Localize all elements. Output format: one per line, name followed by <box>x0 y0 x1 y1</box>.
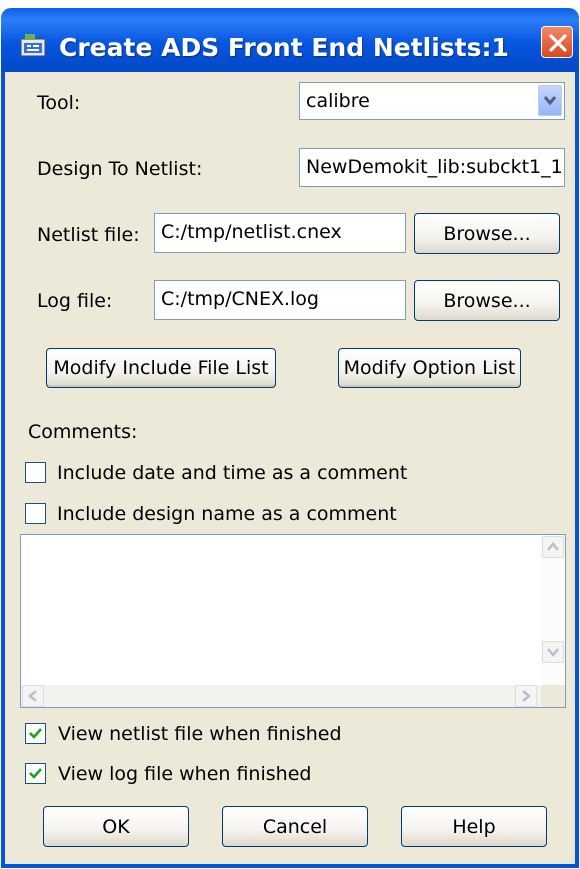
chevron-up-icon <box>547 542 559 551</box>
log-file-field[interactable]: C:/tmp/CNEX.log <box>154 280 406 320</box>
chevron-down-icon <box>547 648 559 657</box>
help-button[interactable]: Help <box>401 806 547 847</box>
ads-app-icon <box>20 34 46 57</box>
netlist-browse-button[interactable]: Browse... <box>414 213 560 254</box>
include-design-label: Include design name as a comment <box>57 503 397 525</box>
scroll-corner <box>541 685 565 707</box>
include-date-label: Include date and time as a comment <box>57 462 408 484</box>
close-button[interactable] <box>541 26 573 58</box>
view-netlist-checkbox[interactable] <box>25 723 46 744</box>
netlist-file-label: Netlist file: <box>37 224 140 246</box>
view-log-label: View log file when finished <box>58 763 312 785</box>
view-log-checkbox[interactable] <box>25 763 46 784</box>
cancel-button[interactable]: Cancel <box>222 806 368 847</box>
design-label: Design To Netlist: <box>37 158 203 180</box>
log-file-value: C:/tmp/CNEX.log <box>161 288 319 310</box>
scroll-right-button[interactable] <box>515 685 537 707</box>
include-design-checkbox[interactable] <box>25 503 46 524</box>
checkmark-icon <box>29 728 42 739</box>
view-netlist-label: View netlist file when finished <box>58 723 342 745</box>
vertical-scrollbar[interactable] <box>541 535 565 685</box>
scroll-left-button[interactable] <box>22 685 44 707</box>
comments-textarea[interactable] <box>20 534 566 708</box>
netlist-file-field[interactable]: C:/tmp/netlist.cnex <box>154 213 406 253</box>
include-date-checkbox[interactable] <box>25 462 46 483</box>
chevron-down-icon[interactable] <box>538 85 562 116</box>
chevron-left-icon <box>28 690 37 702</box>
tool-select-value: calibre <box>306 90 370 112</box>
checkmark-icon <box>29 768 42 779</box>
tool-select[interactable]: calibre <box>299 82 565 120</box>
design-field[interactable]: NewDemokit_lib:subckt1_1 <box>299 148 565 187</box>
modify-option-list-button[interactable]: Modify Option List <box>338 348 521 388</box>
comments-label: Comments: <box>28 421 138 443</box>
scroll-down-button[interactable] <box>542 641 564 663</box>
log-browse-button[interactable]: Browse... <box>414 280 560 321</box>
netlist-file-value: C:/tmp/netlist.cnex <box>161 221 342 243</box>
close-icon <box>549 34 567 52</box>
horizontal-scrollbar[interactable] <box>21 685 541 707</box>
log-file-label: Log file: <box>37 290 113 312</box>
chevron-right-icon <box>522 690 531 702</box>
tool-label: Tool: <box>37 92 81 114</box>
window-title: Create ADS Front End Netlists:1 <box>59 33 509 62</box>
title-bar[interactable]: Create ADS Front End Netlists:1 <box>1 8 579 72</box>
design-field-value: NewDemokit_lib:subckt1_1 <box>306 156 563 178</box>
modify-include-file-list-button[interactable]: Modify Include File List <box>46 348 276 388</box>
ok-button[interactable]: OK <box>43 806 189 847</box>
scroll-up-button[interactable] <box>542 536 564 558</box>
